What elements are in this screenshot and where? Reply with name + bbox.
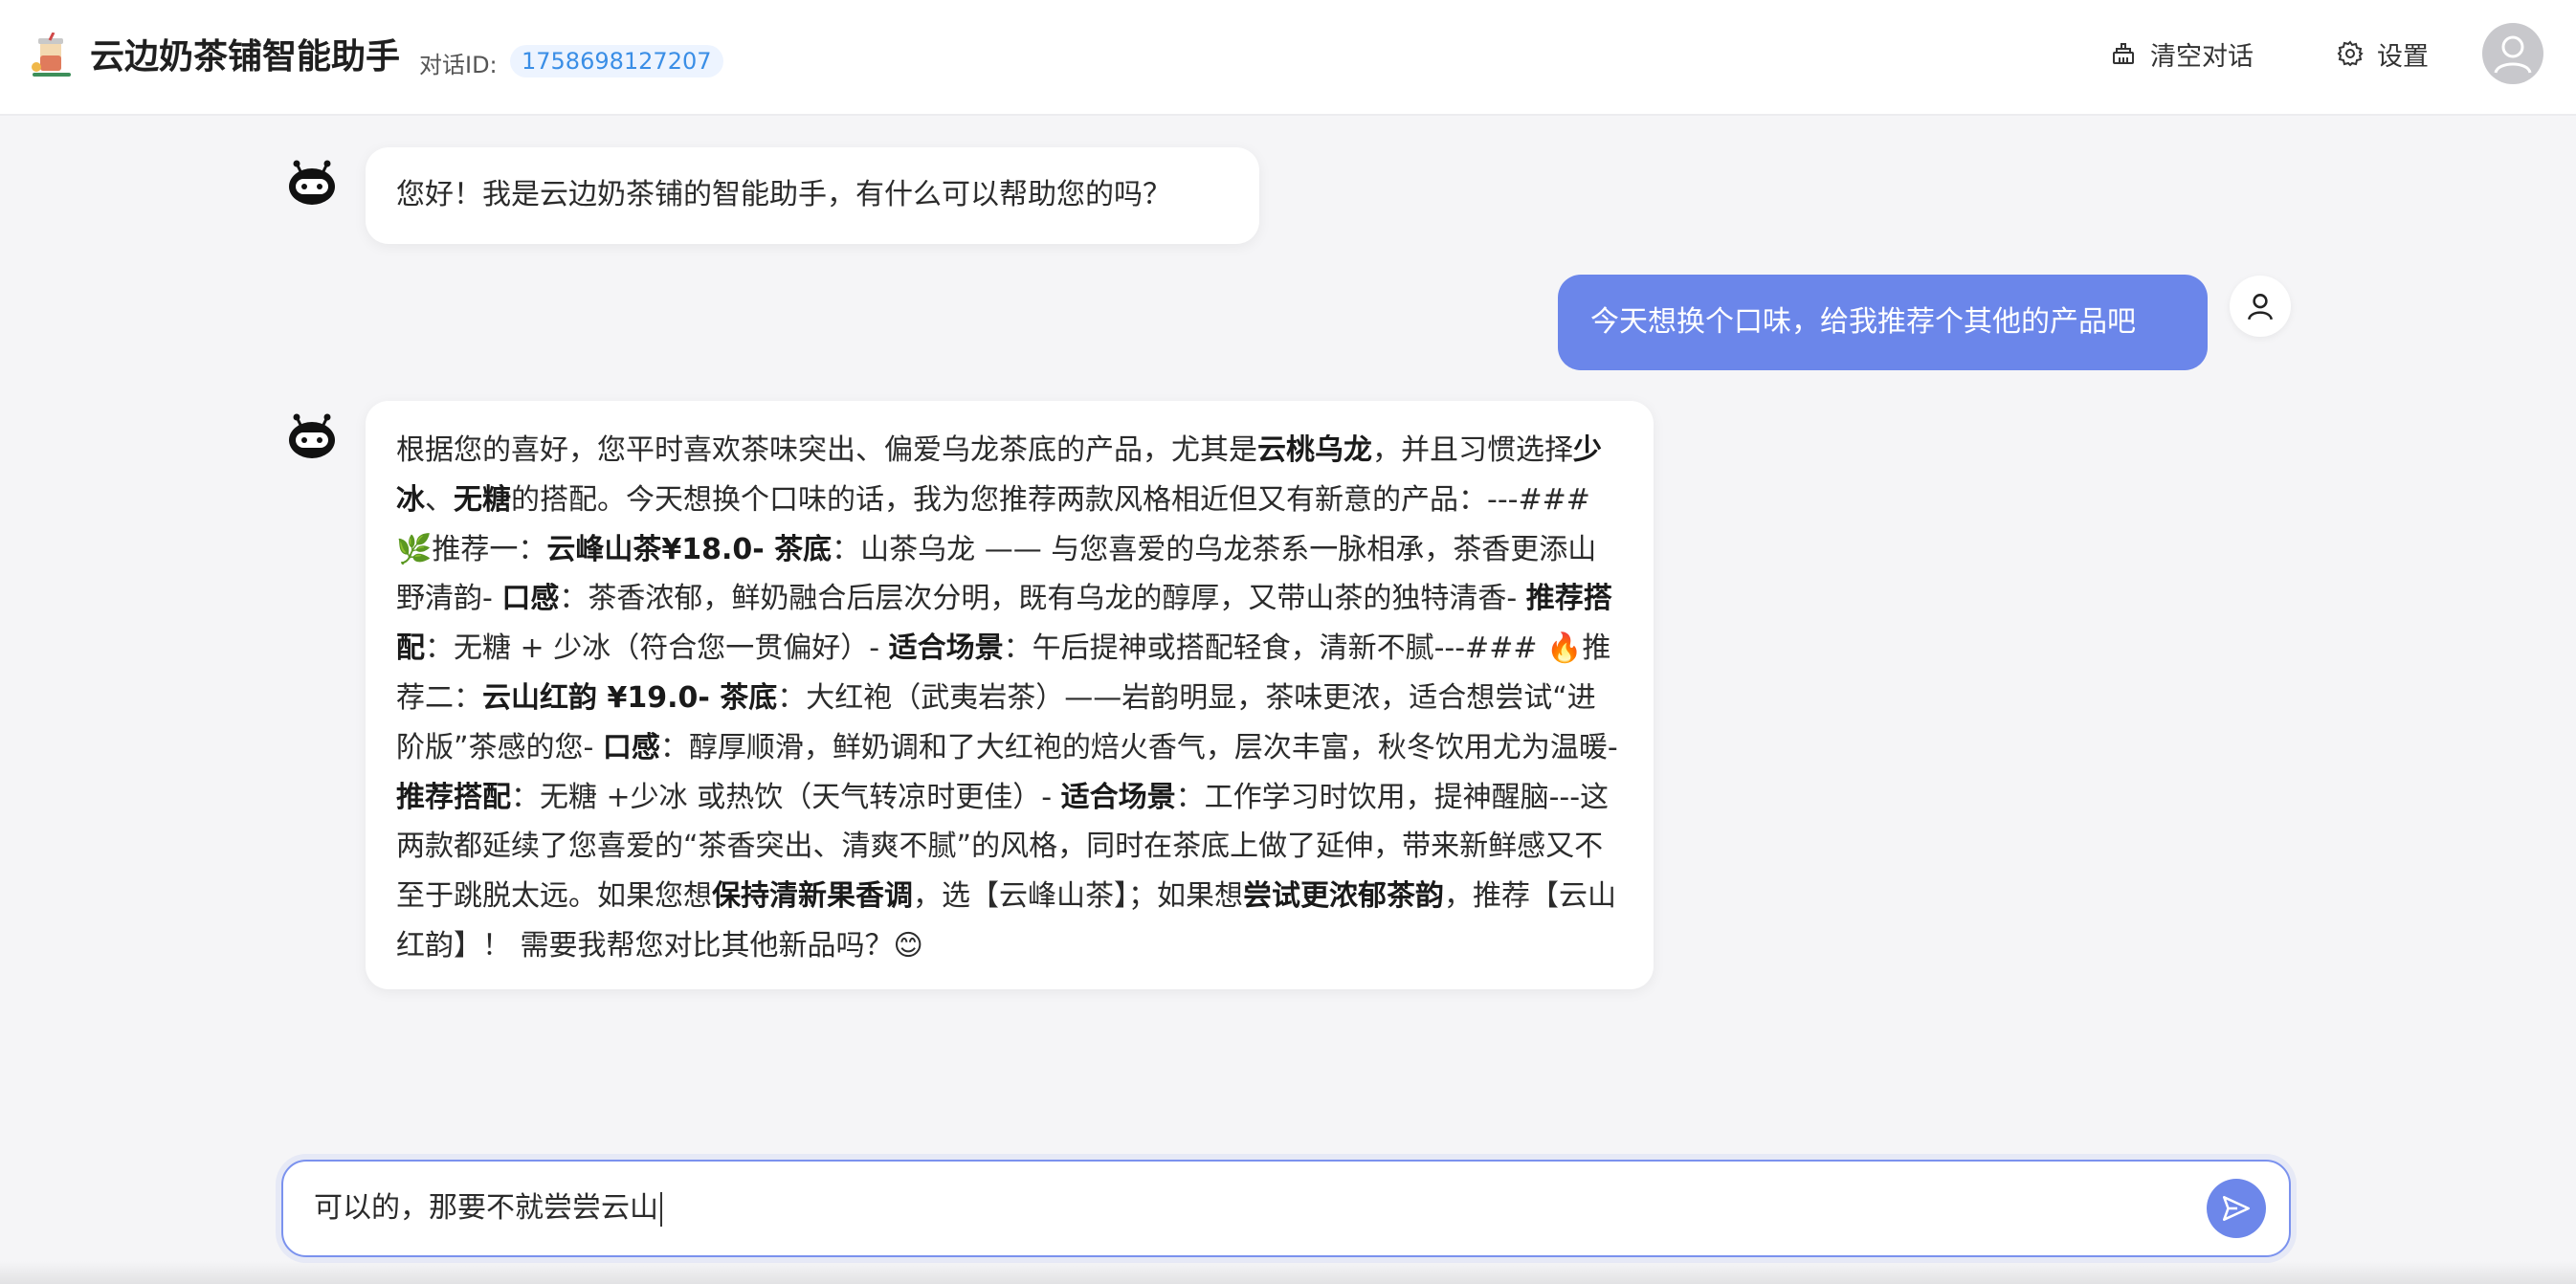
message-text: 、 — [425, 482, 454, 517]
chat-input-value: 可以的，那要不就尝尝云山 — [314, 1191, 658, 1225]
message-text: ：茶香浓郁，鲜奶融合后层次分明，既有乌龙的醇厚，又带山茶的独特清香- — [559, 582, 1526, 616]
assistant-message: 您好！我是云边奶茶铺的智能助手，有什么可以帮助您的吗？ — [366, 147, 1259, 244]
message-text: ：醇厚顺滑，鲜奶调和了大红袍的焙火香气，层次丰富，秋冬饮用尤为温暖- — [659, 730, 1618, 764]
milk-tea-logo-icon — [32, 33, 71, 77]
clear-conversation-button[interactable]: 清空对话 — [2110, 34, 2254, 73]
bottom-shadow — [0, 1261, 2576, 1284]
message-bold-text: 推荐搭配 — [396, 780, 511, 814]
settings-label: 设置 — [2377, 41, 2429, 72]
message-text: ，并且习惯选择 — [1372, 433, 1573, 467]
conversation-id-badge: 1758698127207 — [510, 45, 723, 77]
user-avatar[interactable] — [2482, 23, 2543, 84]
assistant-recommendation-message: 根据您的喜好，您平时喜欢茶味突出、偏爱乌龙茶底的产品，尤其是云桃乌龙，并且习惯选… — [366, 401, 1654, 989]
conversation-id-label: 对话ID: — [419, 52, 498, 78]
bot-avatar-icon — [289, 413, 335, 458]
message-text: ：无糖 + 少冰（符合您一贯偏好）- — [425, 631, 889, 666]
gear-icon — [2337, 40, 2364, 67]
message-bold-text: 云山红韵 ¥19.0- 茶底 — [482, 680, 778, 715]
message-bold-text: 适合场景 — [1060, 780, 1176, 814]
message-bold-text: 无糖 — [454, 482, 511, 517]
user-message: 今天想换个口味，给我推荐个其他的产品吧 — [1558, 275, 2208, 370]
user-message-avatar — [2230, 276, 2291, 337]
message-text: ，选【云峰山茶】；如果想 — [913, 879, 1243, 914]
user-avatar-icon — [2494, 35, 2532, 74]
message-text: ：无糖 +少冰 或热饮（天气转凉时更佳）- — [511, 780, 1061, 814]
broom-icon — [2113, 43, 2134, 64]
message-bold-text: 口感 — [501, 582, 560, 616]
text-caret — [660, 1191, 662, 1227]
message-bold-text: 云桃乌龙 — [1257, 433, 1372, 467]
send-icon — [2222, 1196, 2251, 1221]
send-button[interactable] — [2207, 1179, 2266, 1238]
chat-input-field[interactable]: 可以的，那要不就尝尝云山 — [314, 1162, 662, 1255]
user-icon — [2248, 294, 2273, 321]
message-bold-text: 尝试更浓郁茶韵 — [1243, 879, 1444, 914]
message-bold-text: 保持清新果香调 — [712, 879, 913, 914]
app-title: 云边奶茶铺智能助手 — [90, 37, 401, 77]
top-bar: 云边奶茶铺智能助手 对话ID: 1758698127207 清空对话 设置 — [0, 0, 2576, 116]
clear-conversation-label: 清空对话 — [2150, 41, 2254, 72]
message-bold-text: 云峰山茶¥18.0- 茶底 — [546, 532, 833, 566]
message-bold-text: 口感 — [602, 730, 660, 764]
settings-button[interactable]: 设置 — [2337, 34, 2429, 73]
message-text: 根据您的喜好，您平时喜欢茶味突出、偏爱乌龙茶底的产品，尤其是 — [396, 433, 1257, 467]
message-bold-text: 适合场景 — [888, 631, 1004, 666]
bot-avatar-icon — [289, 160, 335, 205]
chat-input[interactable]: 可以的，那要不就尝尝云山 — [281, 1160, 2291, 1257]
